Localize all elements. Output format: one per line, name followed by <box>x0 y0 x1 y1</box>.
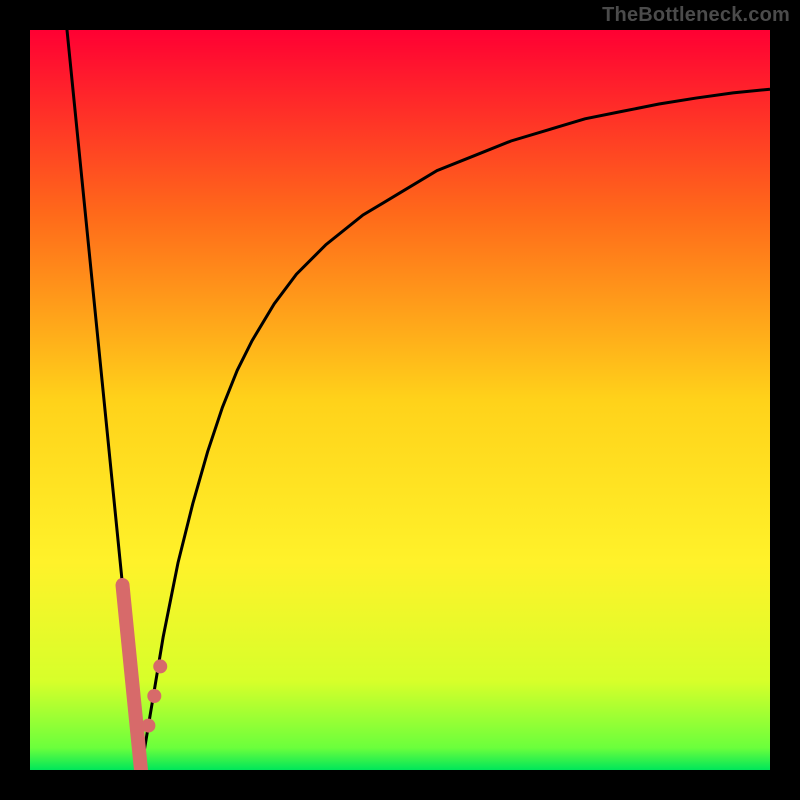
highlight-dot <box>153 659 167 673</box>
highlight-dot <box>147 689 161 703</box>
bottleneck-chart <box>0 0 800 800</box>
plot-background <box>30 30 770 770</box>
chart-container: TheBottleneck.com <box>0 0 800 800</box>
watermark-text: TheBottleneck.com <box>602 4 790 27</box>
highlight-dot <box>141 719 155 733</box>
